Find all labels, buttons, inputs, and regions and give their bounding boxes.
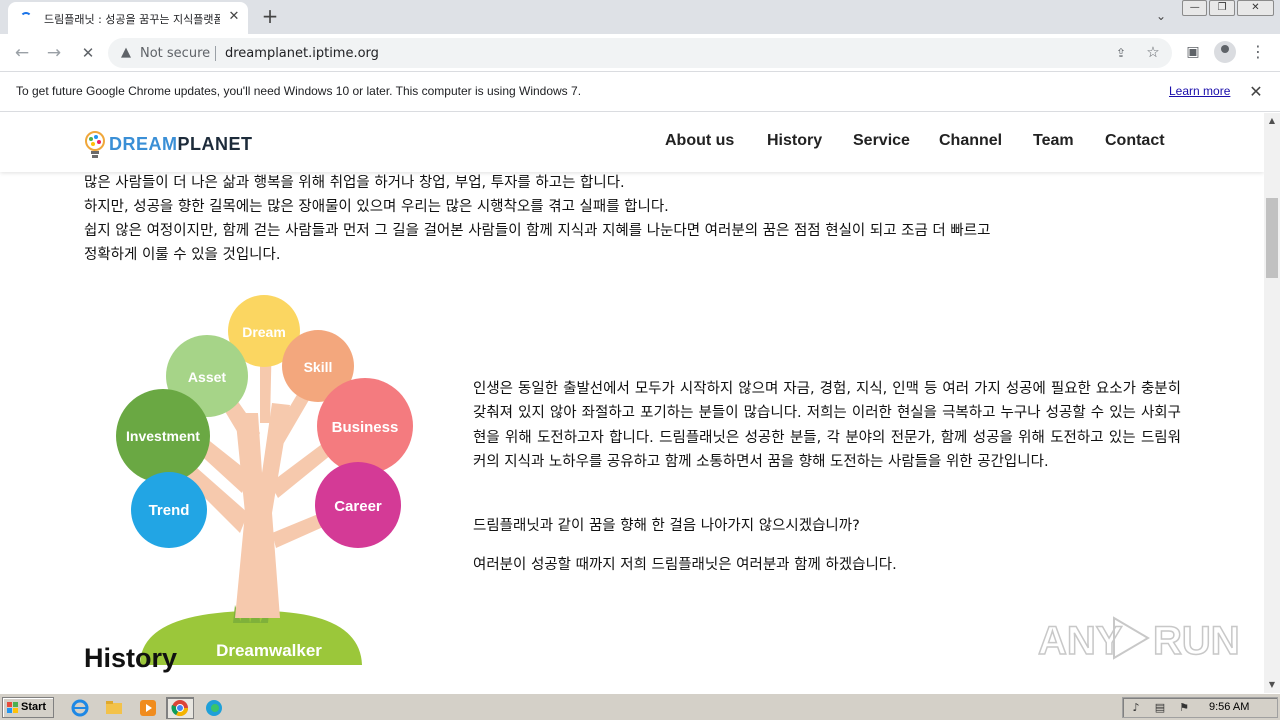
url-text[interactable]: dreamplanet.iptime.org xyxy=(225,46,379,61)
bubble-dream-label: Dream xyxy=(242,324,286,340)
update-infobar: To get future Google Chrome updates, you… xyxy=(0,72,1280,112)
site-logo[interactable]: DREAMPLANET xyxy=(109,134,253,155)
nav-service[interactable]: Service xyxy=(853,132,910,150)
logo-planet: PLANET xyxy=(177,134,253,154)
minimize-button[interactable]: — xyxy=(1182,0,1208,16)
windows-flag-icon xyxy=(7,702,18,713)
chrome-icon[interactable] xyxy=(166,697,194,719)
system-tray: ♪ ▤ ⚑ 9:56 AM xyxy=(1122,697,1278,718)
anyrun-watermark: ANY RUN xyxy=(1038,616,1238,664)
history-heading: History xyxy=(84,643,178,673)
bubble-trend-label: Trend xyxy=(149,502,190,519)
stop-loading-icon[interactable]: ✕ xyxy=(76,41,100,65)
security-label[interactable]: Not secure xyxy=(140,46,210,61)
edge-icon[interactable] xyxy=(200,697,228,719)
scroll-up-icon[interactable]: ▲ xyxy=(1264,113,1280,129)
loading-spinner-icon xyxy=(20,12,32,24)
intro-line-3: 쉽지 않은 여정이지만, 함께 걷는 사람들과 먼저 그 길을 걸어본 사람들이… xyxy=(84,223,991,239)
action-center-flag-icon[interactable]: ⚑ xyxy=(1177,701,1191,715)
profile-avatar[interactable] xyxy=(1214,41,1236,63)
network-icon[interactable]: ▤ xyxy=(1153,701,1167,715)
warning-icon[interactable]: ▲ xyxy=(118,45,134,61)
page-scrollbar[interactable]: ▲ ▼ xyxy=(1264,113,1280,693)
start-label: Start xyxy=(21,701,47,713)
forward-icon[interactable]: → xyxy=(42,41,66,65)
dream-tree-illustration: Dream Skill Asset Business Investment Ca… xyxy=(116,295,413,665)
clock[interactable]: 9:56 AM xyxy=(1209,701,1249,713)
nav-about-us[interactable]: About us xyxy=(665,132,734,150)
window-controls: — ❐ ✕ xyxy=(1182,0,1276,18)
intro-line-4: 정확하게 이룰 수 있을 것입니다. xyxy=(84,247,281,263)
scroll-thumb[interactable] xyxy=(1266,198,1278,278)
tab-close-icon[interactable]: ✕ xyxy=(226,8,242,26)
tab-strip: 드림플래닛 : 성공을 꿈꾸는 지식플랫폼 ✕ + ⌄ — ❐ ✕ xyxy=(0,0,1280,34)
start-button[interactable]: Start xyxy=(2,697,54,718)
about-paragraph-1: 인생은 동일한 출발선에서 모두가 시작하지 않으며 자금, 경험, 지식, 인… xyxy=(473,381,1181,470)
nav-channel[interactable]: Channel xyxy=(939,132,1002,150)
omnibox-divider xyxy=(215,46,216,61)
scroll-down-icon[interactable]: ▼ xyxy=(1264,677,1280,693)
bookmark-star-icon[interactable]: ☆ xyxy=(1144,43,1162,61)
side-panel-icon[interactable]: ▣ xyxy=(1183,42,1203,62)
tab-title: 드림플래닛 : 성공을 꿈꾸는 지식플랫폼 xyxy=(44,13,220,26)
about-paragraph-2: 드림플래닛과 같이 꿈을 향해 한 걸음 나아가지 않으시겠습니까? xyxy=(473,518,860,534)
bubble-business-label: Business xyxy=(332,419,399,436)
intro-line-1: 많은 사람들이 더 나은 삶과 행복을 위해 취업을 하거나 창업, 부업, 투… xyxy=(84,175,625,191)
ie-icon[interactable] xyxy=(66,697,94,719)
share-icon[interactable]: ⇪ xyxy=(1112,44,1130,62)
infobar-close-icon[interactable]: ✕ xyxy=(1246,82,1266,102)
nav-history[interactable]: History xyxy=(767,132,822,150)
nav-contact[interactable]: Contact xyxy=(1105,132,1165,150)
kebab-menu-icon[interactable]: ⋮ xyxy=(1248,42,1268,62)
nav-team[interactable]: Team xyxy=(1033,132,1074,150)
site-header: DREAMPLANET About us History Service Cha… xyxy=(0,113,1264,172)
explorer-icon[interactable] xyxy=(100,697,128,719)
watermark-text-right: RUN xyxy=(1153,619,1238,663)
tree-base-label: Dreamwalker xyxy=(216,641,322,660)
page-viewport: DREAMPLANET About us History Service Cha… xyxy=(0,113,1264,693)
media-player-icon[interactable] xyxy=(134,697,162,719)
bubble-investment-label: Investment xyxy=(126,428,200,444)
intro-line-2: 하지만, 성공을 향한 길목에는 많은 장애물이 있으며 우리는 많은 시행착오… xyxy=(84,199,669,215)
new-tab-button[interactable]: + xyxy=(258,4,282,28)
logo-dream: DREAM xyxy=(109,134,178,154)
bubble-asset-label: Asset xyxy=(188,369,226,385)
taskbar: Start ♪ ▤ ⚑ 9:56 AM xyxy=(0,693,1280,720)
lightbulb-logo-icon xyxy=(85,131,105,158)
tab-search-icon[interactable]: ⌄ xyxy=(1151,6,1171,26)
bubble-career-label: Career xyxy=(334,498,382,515)
back-icon[interactable]: ← xyxy=(10,41,34,65)
address-bar[interactable]: ▲ Not secure dreamplanet.iptime.org ⇪ ☆ xyxy=(108,38,1172,68)
window-close-button[interactable]: ✕ xyxy=(1236,0,1274,16)
about-paragraph-3: 여러분이 성공할 때까지 저희 드림플래닛은 여러분과 함께 하겠습니다. xyxy=(473,557,897,573)
restore-button[interactable]: ❐ xyxy=(1209,0,1235,16)
watermark-text-left: ANY xyxy=(1038,619,1123,663)
browser-tab[interactable]: 드림플래닛 : 성공을 꿈꾸는 지식플랫폼 ✕ xyxy=(8,2,248,34)
volume-icon[interactable]: ♪ xyxy=(1129,701,1143,715)
learn-more-link[interactable]: Learn more xyxy=(1169,84,1230,98)
infobar-message: To get future Google Chrome updates, you… xyxy=(16,84,582,98)
browser-toolbar: ← → ✕ ▲ Not secure dreamplanet.iptime.or… xyxy=(0,34,1280,72)
bubble-skill-label: Skill xyxy=(304,359,333,375)
